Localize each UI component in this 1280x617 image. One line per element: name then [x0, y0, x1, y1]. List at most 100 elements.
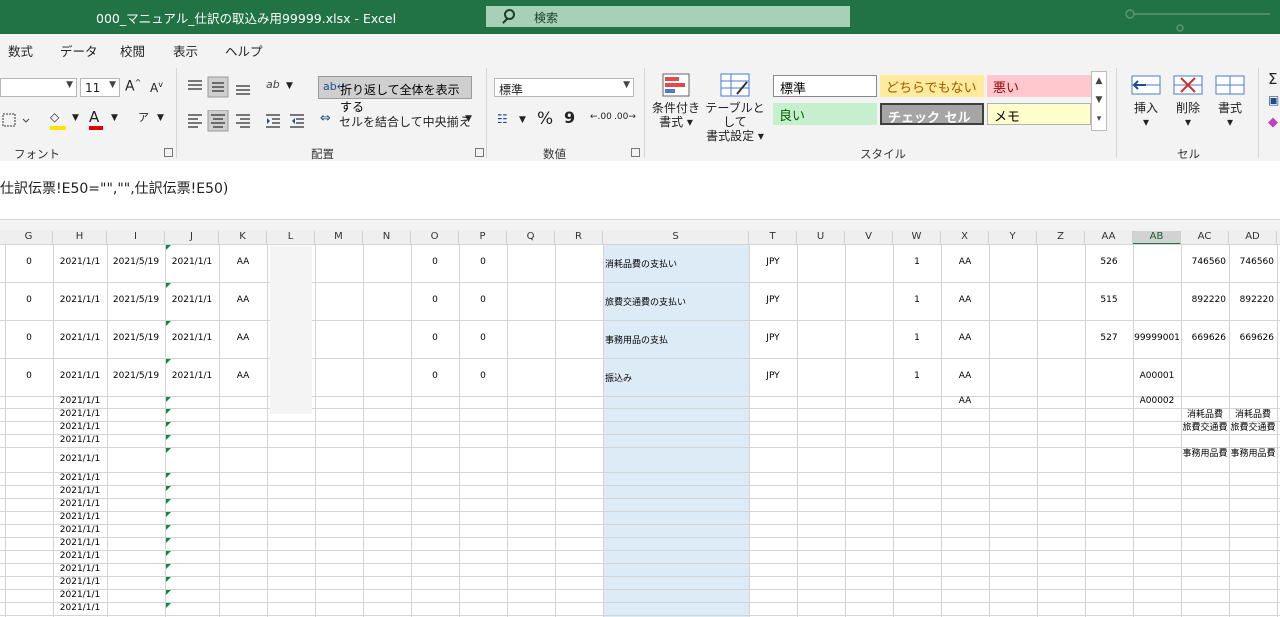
column-header-z[interactable]: Z	[1037, 231, 1085, 245]
cell-ac[interactable]: 746560	[1192, 257, 1226, 267]
cell-aa[interactable]: 515	[1085, 295, 1133, 305]
cell-h[interactable]: 2021/1/1	[53, 396, 107, 406]
cell-ab[interactable]: A00002	[1133, 396, 1181, 406]
cell-h[interactable]: 2021/1/1	[53, 551, 107, 561]
conditional-format-button[interactable]: 条件付き 書式 ▾	[651, 72, 701, 129]
font-dialog-launcher[interactable]	[164, 148, 173, 157]
cell-h[interactable]: 2021/1/1	[53, 371, 107, 381]
column-header-h[interactable]: H	[53, 231, 107, 245]
cell-ac-note[interactable]: 消耗品費	[1181, 409, 1229, 421]
column-header-x[interactable]: X	[941, 231, 989, 245]
cell-ad[interactable]: 892220	[1240, 295, 1274, 305]
cell-h[interactable]: 2021/1/1	[53, 512, 107, 522]
cell-j[interactable]: 2021/1/1	[165, 333, 219, 343]
cell-w[interactable]: 1	[893, 295, 941, 305]
column-header-ab[interactable]: AB	[1133, 231, 1181, 245]
cell-g[interactable]: 0	[5, 333, 53, 343]
cell-h[interactable]: 2021/1/1	[53, 538, 107, 548]
merge-center-button[interactable]: ⇔ セルを結合して中央揃え	[320, 111, 471, 129]
column-header-ac[interactable]: AC	[1181, 231, 1229, 245]
menu-view[interactable]: 表示	[173, 41, 198, 60]
cell-g[interactable]: 0	[5, 295, 53, 305]
cell-t[interactable]: JPY	[749, 371, 797, 381]
cell-s[interactable]: 消耗品費の支払い	[605, 257, 677, 270]
fill-icon[interactable]: ▣	[1268, 93, 1279, 107]
column-header-w[interactable]: W	[893, 231, 941, 245]
column-header-o[interactable]: O	[411, 231, 459, 245]
delete-button[interactable]: 削除 ▾	[1170, 72, 1206, 129]
menu-data[interactable]: データ	[60, 41, 98, 60]
orientation-icon[interactable]: ab	[266, 78, 280, 91]
cell-h[interactable]: 2021/1/1	[53, 454, 107, 464]
phonetic-button[interactable]: ア	[138, 109, 149, 125]
cell-ab[interactable]: 99999001	[1133, 333, 1181, 343]
cell-t[interactable]: JPY	[749, 295, 797, 305]
cell-h[interactable]: 2021/1/1	[53, 473, 107, 483]
cell-p[interactable]: 0	[459, 295, 507, 305]
style-normal[interactable]: 標準	[773, 75, 877, 97]
cell-s[interactable]: 事務用品の支払	[605, 333, 668, 346]
cell-k[interactable]: AA	[219, 257, 267, 267]
cell-i[interactable]: 2021/5/19	[107, 257, 165, 267]
style-check-cell[interactable]: チェック セル	[880, 103, 984, 126]
chevron-down-icon[interactable]: ▼	[286, 81, 293, 91]
column-header-u[interactable]: U	[797, 231, 845, 245]
accounting-format-icon[interactable]: ☷	[497, 112, 508, 126]
column-header-s[interactable]: S	[603, 231, 749, 245]
cell-s[interactable]: 振込み	[605, 371, 632, 384]
cell-h[interactable]: 2021/1/1	[53, 603, 107, 613]
formula-bar[interactable]: 仕訳伝票!E50="","",仕訳伝票!E50)	[0, 161, 1280, 220]
cell-h[interactable]: 2021/1/1	[53, 422, 107, 432]
search-box[interactable]: 検索	[486, 6, 850, 27]
column-header-aa[interactable]: AA	[1085, 231, 1133, 245]
cell-o[interactable]: 0	[411, 371, 459, 381]
cell-x[interactable]: AA	[941, 371, 989, 381]
borders-icon[interactable]	[2, 112, 32, 128]
cell-ab[interactable]: A00001	[1133, 371, 1181, 381]
formula-text[interactable]: 仕訳伝票!E50="","",仕訳伝票!E50)	[0, 178, 228, 198]
vertical-align-buttons[interactable]	[186, 76, 266, 98]
horizontal-align-buttons[interactable]	[186, 110, 312, 132]
wrap-text-button[interactable]: ab↵ 折り返して全体を表示する	[318, 76, 472, 114]
chevron-down-icon[interactable]: ▼	[157, 113, 164, 123]
cell-w[interactable]: 1	[893, 333, 941, 343]
cell-x[interactable]: AA	[941, 333, 989, 343]
cell-t[interactable]: JPY	[749, 257, 797, 267]
cell-aa[interactable]: 527	[1085, 333, 1133, 343]
cell-h[interactable]: 2021/1/1	[53, 525, 107, 535]
cell-x[interactable]: AA	[941, 396, 989, 406]
cell-k[interactable]: AA	[219, 295, 267, 305]
shrink-font-button[interactable]: Av	[150, 80, 163, 95]
column-header-q[interactable]: Q	[507, 231, 555, 245]
style-neutral[interactable]: どちらでもない	[880, 75, 984, 97]
cell-i[interactable]: 2021/5/19	[107, 333, 165, 343]
cell-ad-note[interactable]: 事務用品費	[1229, 448, 1277, 460]
cell-o[interactable]: 0	[411, 333, 459, 343]
cell-g[interactable]: 0	[5, 371, 53, 381]
format-button[interactable]: 書式 ▾	[1212, 72, 1248, 129]
cell-h[interactable]: 2021/1/1	[53, 577, 107, 587]
font-color-button[interactable]: A	[89, 108, 103, 130]
column-header-n[interactable]: N	[363, 231, 411, 245]
percent-style-button[interactable]: %	[537, 109, 553, 129]
menu-formulas[interactable]: 数式	[8, 41, 33, 60]
cell-w[interactable]: 1	[893, 371, 941, 381]
chevron-down-icon[interactable]: ▼	[465, 114, 472, 124]
cell-h[interactable]: 2021/1/1	[53, 409, 107, 419]
increase-decimal-button[interactable]: ←.00	[590, 112, 612, 122]
cell-x[interactable]: AA	[941, 257, 989, 267]
cell-ad[interactable]: 746560	[1240, 257, 1274, 267]
cell-o[interactable]: 0	[411, 295, 459, 305]
chevron-down-icon[interactable]: ▼	[72, 113, 79, 123]
cell-h[interactable]: 2021/1/1	[53, 295, 107, 305]
cell-p[interactable]: 0	[459, 371, 507, 381]
fill-color-button[interactable]: ◇	[50, 110, 66, 130]
cell-k[interactable]: AA	[219, 333, 267, 343]
cell-j[interactable]: 2021/1/1	[165, 295, 219, 305]
column-header-l[interactable]: L	[267, 231, 315, 245]
autosum-icon[interactable]: Σ	[1268, 70, 1277, 88]
column-header-y[interactable]: Y	[989, 231, 1037, 245]
cell-g[interactable]: 0	[5, 257, 53, 267]
decrease-decimal-button[interactable]: .00→	[614, 112, 636, 122]
style-good[interactable]: 良い	[773, 103, 877, 125]
